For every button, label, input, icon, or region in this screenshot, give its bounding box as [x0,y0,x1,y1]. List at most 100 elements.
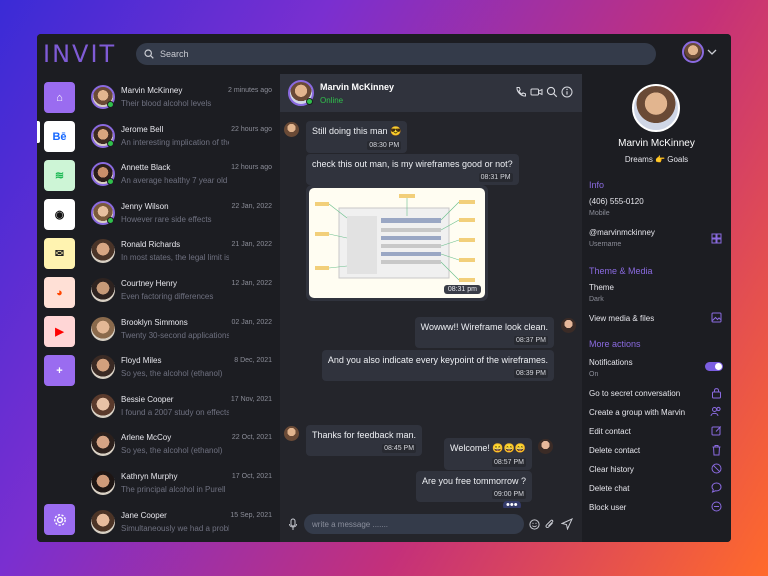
message-time: 09:00 PM [492,490,526,499]
top-bar: INVIT Search [37,34,731,74]
minus-circle-icon[interactable] [711,501,722,512]
avatar [91,239,115,264]
online-indicator [306,98,313,105]
contact-list-item[interactable]: Floyd Miles So yes, the alcohol (ethanol)… [83,348,280,386]
delete-chat-link[interactable]: Delete chat [589,484,629,493]
profile-bio: Dreams 👉 Goals [624,155,689,164]
contact-list-item[interactable]: Annette Black An average healthy 7 year o… [83,155,280,193]
chevron-down-icon[interactable] [707,48,717,56]
contact-time: 22 Jan, 2022 [231,202,272,210]
behance-button[interactable]: Bē [44,121,75,152]
wireframe-diagram-icon [315,194,475,282]
github-button[interactable]: ◉ [44,199,75,230]
contact-preview: So yes, the alcohol (ethanol) [121,369,223,379]
send-icon[interactable] [561,518,573,530]
message-time: 08:31 PM [478,173,513,182]
current-user-menu[interactable] [682,41,717,63]
github-icon: ◉ [54,209,65,221]
home-button[interactable]: ⌂ [44,82,75,113]
message-bubble: Thanks for feedback man. 08:45 PM [306,425,423,456]
attachment-icon[interactable] [544,518,555,530]
emoji-icon[interactable] [529,519,540,530]
view-media-link[interactable]: View media & files [589,314,654,323]
spotify-button[interactable]: ≋ [44,160,75,191]
notifications-toggle[interactable] [705,362,723,371]
contact-preview: However rare side effects [121,214,212,224]
delete-contact-link[interactable]: Delete contact [589,446,640,455]
contact-list-item[interactable]: Jenny Wilson However rare side effects 22 … [83,194,280,232]
chat-status: Online [320,95,344,105]
contact-list-item[interactable]: Brooklyn Simmons Twenty 30-second applica… [83,310,280,348]
active-indicator [37,121,40,143]
online-indicator [107,101,114,108]
message-time: 08:30 PM [367,141,402,150]
image-icon[interactable] [711,312,722,323]
theme-label[interactable]: Theme [589,283,614,292]
avatar [91,85,115,109]
contact-list: Marvin McKinney Their blood alcohol level… [83,74,280,542]
secret-conversation-link[interactable]: Go to secret conversation [589,389,680,398]
search-placeholder: Search [160,49,189,59]
avatar [284,426,299,441]
search-icon[interactable] [546,86,558,98]
qr-code-icon[interactable] [711,233,722,244]
contact-list-item[interactable]: Jerome Bell An interesting implication of… [83,117,280,155]
contact-time: 17 Oct, 2021 [231,473,272,480]
search-input[interactable]: Search [136,43,656,65]
video-icon[interactable] [530,86,543,98]
clear-history-link[interactable]: Clear history [589,465,634,474]
contact-preview: The principal alcohol in Purell [121,485,226,494]
message-time: 08:37 PM [514,336,548,345]
image-attachment[interactable]: 08:31 pm [306,185,488,301]
message-input[interactable]: write a message ....... [304,514,524,534]
edit-contact-link[interactable]: Edit contact [589,427,631,436]
chat-bubble-icon[interactable] [711,482,722,493]
avatar[interactable] [682,41,704,63]
block-user-link[interactable]: Block user [589,503,626,512]
message-time: 08:57 PM [492,458,526,467]
profile-panel: Marvin McKinney Dreams 👉 Goals Info (406… [582,74,731,542]
avatar [91,278,115,302]
theme-value: Dark [589,296,604,303]
add-button[interactable]: + [44,355,75,386]
phone-number: (406) 555-0120 [589,197,644,206]
settings-button[interactable] [44,504,75,535]
wireframe-image[interactable]: 08:31 pm [309,188,485,298]
contact-time: 17 Nov, 2021 [230,395,272,403]
message-time: 08:45 PM [382,444,417,453]
microphone-icon[interactable] [288,518,298,531]
contact-list-item[interactable]: Arlene McCoy So yes, the alcohol (ethanol… [83,425,280,463]
profile-avatar [632,84,680,132]
reddit-button[interactable]: ◕ [44,277,75,308]
lock-icon[interactable] [711,387,722,399]
mailchimp-button[interactable]: ✉ [44,238,75,269]
contact-preview: So yes, the alcohol (ethanol) [121,446,223,456]
theme-section-title: Theme & Media [589,266,653,276]
contact-list-item[interactable]: Ronald Richards In most states, the legal… [83,232,280,270]
message-time: 08:39 PM [514,369,548,378]
contact-preview: Twenty 30-second applications [121,330,229,340]
phone-icon[interactable] [515,86,527,98]
ban-icon[interactable] [711,463,722,474]
create-group-link[interactable]: Create a group with Marvin [589,408,685,417]
message-bubble: Welcome! 😄😄😄 08:57 PM [444,438,532,470]
username-label: Username [589,241,622,248]
info-icon[interactable] [561,86,573,98]
trash-icon[interactable] [711,444,722,456]
youtube-button[interactable]: ▶ [44,316,75,347]
edit-icon[interactable] [711,425,722,436]
contact-preview: Simultaneously we had a problem [121,523,229,533]
users-icon[interactable] [710,406,722,417]
contact-list-item[interactable]: Courtney Henry Even factoring differences… [83,271,280,309]
avatar [91,316,115,341]
contact-list-item[interactable]: Marvin McKinney Their blood alcohol level… [83,78,280,116]
avatar[interactable] [288,80,314,106]
online-indicator [107,216,114,224]
settings-icon [53,513,66,526]
chat-panel: Marvin McKinney Online Still doing this … [280,74,582,542]
contact-list-item[interactable]: Jane CooperSimultaneously we had a probl… [83,503,280,541]
spotify-icon: ≋ [54,170,65,182]
contact-list-item[interactable]: Kathryn Murphy The principal alcohol in P… [83,464,280,502]
app-logo: INVIT [43,40,117,68]
contact-list-item[interactable]: Bessie Cooper I found a 2007 study on eff… [83,387,280,425]
